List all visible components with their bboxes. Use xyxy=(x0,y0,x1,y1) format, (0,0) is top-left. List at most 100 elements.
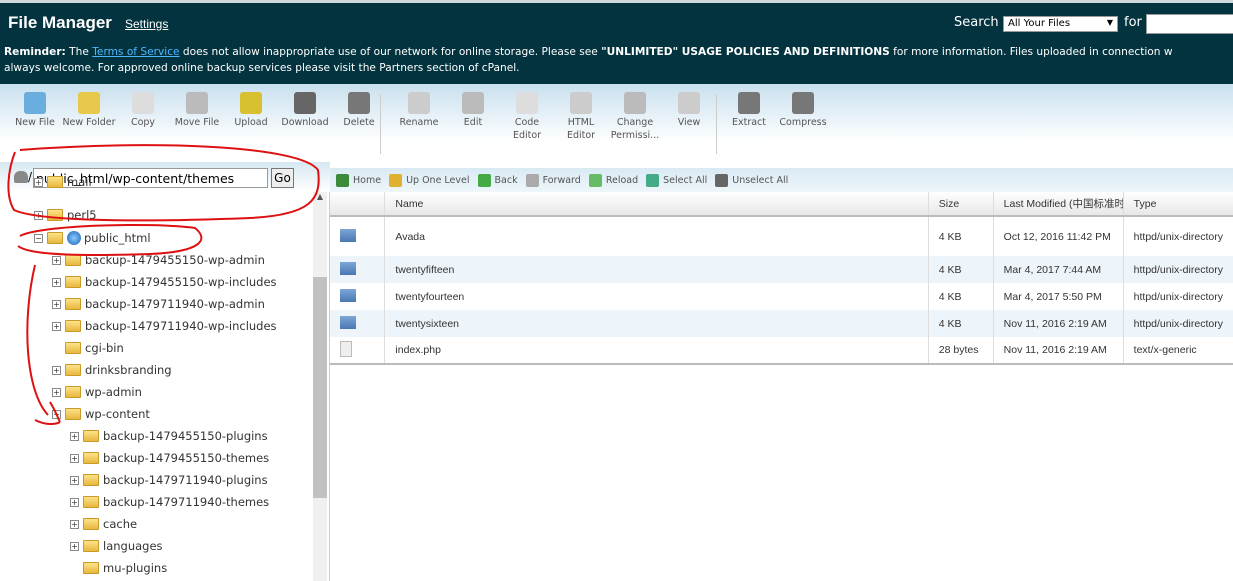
search-scope-value: All Your Files xyxy=(1008,18,1071,29)
toolbar-edit-button[interactable]: Edit xyxy=(446,92,500,129)
table-row[interactable]: index.php 28 bytes Nov 11, 2016 2:19 AM tex… xyxy=(330,337,1233,365)
tree-item[interactable]: + drinksbranding xyxy=(52,360,172,380)
nav-up-one-level-button[interactable]: Up One Level xyxy=(389,173,470,187)
nav-label: Forward xyxy=(542,174,581,186)
toolbar-new-folder-button[interactable]: New Folder xyxy=(62,92,116,129)
nav-reload-button[interactable]: Reload xyxy=(588,173,639,187)
search-input[interactable] xyxy=(1146,14,1233,34)
file-list-panel: Home Up One Level Back Forward Reload Select … xyxy=(330,162,1233,581)
folder-icon xyxy=(83,452,99,464)
expand-toggle-icon[interactable]: + xyxy=(52,321,61,331)
tree-item[interactable]: + languages xyxy=(70,536,163,556)
expand-toggle-icon[interactable]: + xyxy=(70,453,79,463)
tree-item[interactable]: + backup-1479455150-wp-includes xyxy=(52,272,277,292)
expand-toggle-icon[interactable]: + xyxy=(52,299,61,309)
folder-icon xyxy=(65,276,81,288)
toolbar-html-editor-button[interactable]: HTML Editor xyxy=(554,92,608,142)
tree-item[interactable]: + backup-1479711940-plugins xyxy=(70,470,268,490)
nav-label: Up One Level xyxy=(406,174,470,186)
toolbar-label: Download xyxy=(281,117,329,128)
expand-toggle-icon[interactable]: − xyxy=(34,233,43,243)
tree-item[interactable]: + backup-1479711940-themes xyxy=(70,492,269,512)
expand-toggle-icon[interactable]: + xyxy=(70,519,79,529)
expand-toggle-icon[interactable]: + xyxy=(70,431,79,441)
expand-toggle-icon[interactable]: + xyxy=(34,177,43,187)
folder-icon xyxy=(47,176,63,188)
go-button[interactable]: Go xyxy=(271,168,294,188)
nav-unselect-all-button[interactable]: Unselect All xyxy=(715,173,788,187)
toolbar-download-button[interactable]: Download xyxy=(278,92,332,129)
toolbar-rename-button[interactable]: Rename xyxy=(392,92,446,129)
extract-icon xyxy=(738,92,760,114)
tree-item[interactable]: mu-plugins xyxy=(70,558,167,578)
terms-of-service-link[interactable]: Terms of Service xyxy=(92,46,179,58)
toolbar-code-editor-button[interactable]: Code Editor xyxy=(500,92,554,142)
tree-item-label: drinksbranding xyxy=(85,363,172,377)
policy-text: "UNLIMITED" USAGE POLICIES AND DEFINITIO… xyxy=(601,46,890,58)
search-scope-select[interactable]: All Your Files ▼ xyxy=(1003,16,1118,32)
nav-label: Reload xyxy=(605,174,639,186)
cell-modified: Mar 4, 2017 5:50 PM xyxy=(993,283,1124,310)
col-size[interactable]: Size xyxy=(928,192,994,217)
toolbar-magnifier-button[interactable]: View xyxy=(662,92,716,129)
toolbar-upload-button[interactable]: Upload xyxy=(224,92,278,129)
tree-item[interactable]: + backup-1479455150-wp-admin xyxy=(52,250,265,270)
toolbar-label: Compress xyxy=(779,117,827,128)
tree-item-label: backup-1479711940-wp-includes xyxy=(85,319,277,333)
tree-item[interactable]: + backup-1479455150-themes xyxy=(70,448,269,468)
expand-toggle-icon[interactable]: + xyxy=(52,365,61,375)
tree-scrollbar-thumb[interactable] xyxy=(313,277,327,498)
nav-home-button[interactable]: Home xyxy=(336,173,381,187)
nav-select-all-button[interactable]: Select All xyxy=(646,173,707,187)
expand-toggle-icon[interactable]: + xyxy=(70,475,79,485)
tree-item[interactable]: + backup-1479711940-wp-includes xyxy=(52,316,277,336)
cell-size: 28 bytes xyxy=(928,337,994,365)
compress-icon xyxy=(792,92,814,114)
col-last-modified[interactable]: Last Modified (中国标准时 xyxy=(993,192,1124,217)
toolbar-new-file-button[interactable]: New File xyxy=(8,92,62,129)
tree-item[interactable]: cgi-bin xyxy=(52,338,124,358)
expand-toggle-icon[interactable]: + xyxy=(52,277,61,287)
expand-toggle-icon[interactable]: + xyxy=(52,387,61,397)
expand-toggle-icon[interactable]: + xyxy=(34,210,43,220)
toolbar-key-button[interactable]: Change Permissi... xyxy=(608,92,662,142)
cell-name: twentyfifteen xyxy=(384,256,929,283)
toolbar-copy-button[interactable]: Copy xyxy=(116,92,170,129)
tree-item[interactable]: + cache xyxy=(70,514,137,534)
scroll-up-icon[interactable]: ▲ xyxy=(313,192,327,201)
tree-item-label: public_html xyxy=(84,231,151,245)
tree-item[interactable]: − wp-content xyxy=(52,404,150,424)
folder-icon xyxy=(65,342,81,354)
table-header-row: Name Size Last Modified (中国标准时 Type xyxy=(330,192,1233,217)
table-row[interactable]: twentysixteen 4 KB Nov 11, 2016 2:19 AM htt… xyxy=(330,310,1233,337)
col-type[interactable]: Type xyxy=(1123,192,1233,217)
expand-toggle-icon[interactable]: + xyxy=(52,255,61,265)
tree-item[interactable]: + backup-1479455150-plugins xyxy=(70,426,268,446)
expand-toggle-icon[interactable]: + xyxy=(70,541,79,551)
nav-back-button[interactable]: Back xyxy=(477,173,518,187)
tree-item[interactable]: + backup-1479711940-wp-admin xyxy=(52,294,265,314)
tree-item[interactable]: + wp-admin xyxy=(52,382,142,402)
tree-item[interactable]: + perl5 xyxy=(34,205,97,225)
toolbar-compress-button[interactable]: Compress xyxy=(776,92,830,129)
cell-modified: Mar 4, 2017 7:44 AM xyxy=(993,256,1124,283)
toolbar-label: Edit xyxy=(463,117,483,128)
table-row[interactable]: Avada 4 KB Oct 12, 2016 11:42 PM httpd/unix… xyxy=(330,216,1233,256)
expand-toggle-icon[interactable]: + xyxy=(70,497,79,507)
cell-size: 4 KB xyxy=(928,216,994,256)
forward-icon xyxy=(525,173,539,187)
nav-forward-button[interactable]: Forward xyxy=(525,173,581,187)
settings-link[interactable]: Settings xyxy=(125,17,168,31)
col-name[interactable]: Name xyxy=(384,192,929,217)
toolbar-move-file-button[interactable]: Move File xyxy=(170,92,224,129)
toolbar-extract-button[interactable]: Extract xyxy=(722,92,776,129)
table-row[interactable]: twentyfourteen 4 KB Mar 4, 2017 5:50 PM htt… xyxy=(330,283,1233,310)
toolbar-label: Change Permissi... xyxy=(610,117,660,141)
tree-item[interactable]: − public_html xyxy=(34,228,151,248)
tree-item-label: mail xyxy=(67,175,92,189)
cell-type: httpd/unix-directory xyxy=(1133,230,1223,243)
expand-toggle-icon[interactable]: − xyxy=(52,409,61,419)
table-row[interactable]: twentyfifteen 4 KB Mar 4, 2017 7:44 AM http… xyxy=(330,256,1233,283)
tree-item[interactable]: + mail xyxy=(34,172,92,192)
toolbar-delete-button[interactable]: Delete xyxy=(332,92,386,129)
